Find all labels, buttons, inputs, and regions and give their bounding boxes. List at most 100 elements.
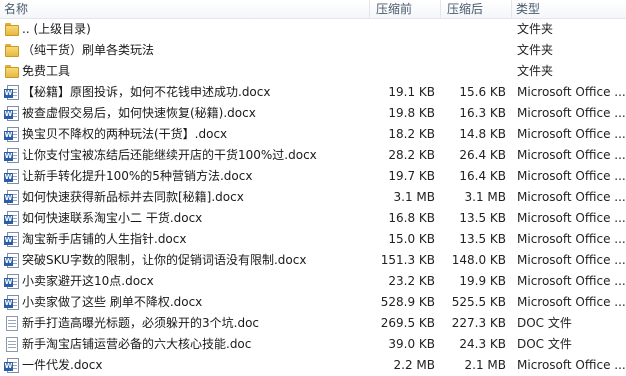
file-type: Microsoft Office ... xyxy=(517,127,626,141)
file-name: .. (上级目录) xyxy=(22,22,91,36)
size-after: 16.4 KB xyxy=(459,169,506,183)
file-type: 文件夹 xyxy=(517,64,554,78)
file-row[interactable]: （纯干货）刷单各类玩法 文件夹 xyxy=(0,40,626,61)
file-name: 如何快速获得新品标并去同款[秘籍].docx xyxy=(22,190,244,204)
file-type: DOC 文件 xyxy=(517,316,572,330)
word-doc-icon: W xyxy=(4,106,20,121)
word-doc-icon: W xyxy=(4,148,20,163)
file-row[interactable]: W 小卖家做了这些 刷单不降权.docx 528.9 KB 525.5 KB Micro… xyxy=(0,292,626,313)
file-row[interactable]: W 让你支付宝被冻结后还能继续开店的干货100%过.docx 28.2 KB 26.4… xyxy=(0,145,626,166)
file-row[interactable]: 新手打造高曝光标题，必须躲开的3个坑.doc 269.5 KB 227.3 KB DO… xyxy=(0,313,626,334)
file-row[interactable]: W 如何快速获得新品标并去同款[秘籍].docx 3.1 MB 3.1 MB Micro… xyxy=(0,187,626,208)
column-compressed-header[interactable]: 压缩前 xyxy=(376,0,412,18)
file-type: Microsoft Office ... xyxy=(517,253,626,267)
word-doc-icon: W xyxy=(4,295,20,310)
file-row[interactable]: W 淘宝新手店铺的人生指针.docx 15.0 KB 13.5 KB Microsoft… xyxy=(0,229,626,250)
file-row[interactable]: W 让新手转化提升100%的5种营销方法.docx 19.7 KB 16.4 KB Mi… xyxy=(0,166,626,187)
column-type-header[interactable]: 类型 xyxy=(516,0,540,18)
size-after xyxy=(444,61,506,82)
word-doc-icon: W xyxy=(4,190,20,205)
size-before xyxy=(373,19,435,40)
file-type: 文件夹 xyxy=(517,22,554,36)
folder-icon xyxy=(4,43,20,58)
word-doc-icon: W xyxy=(4,358,20,373)
file-type: Microsoft Office ... xyxy=(517,274,626,288)
size-before: 151.3 KB xyxy=(380,253,435,267)
file-row[interactable]: W 换宝贝不降权的两种玩法(干货】.docx 18.2 KB 14.8 KB Micro… xyxy=(0,124,626,145)
size-before: 19.8 KB xyxy=(388,106,435,120)
word-doc-icon: W xyxy=(4,127,20,142)
file-row[interactable]: W 【秘籍】原图投诉，如何不花钱申述成功.docx 19.1 KB 15.6 KB Mi… xyxy=(0,82,626,103)
column-divider[interactable] xyxy=(369,0,370,18)
file-name: 小卖家避开这10点.docx xyxy=(22,274,154,288)
column-name-header[interactable]: 名称 xyxy=(4,0,28,18)
file-row[interactable]: W 被查虚假交易后，如何快速恢复(秘籍).docx 19.8 KB 16.3 KB Mi… xyxy=(0,103,626,124)
file-name: 突破SKU字数的限制，让你的促销词语没有限制.docx xyxy=(22,253,307,267)
size-before: 28.2 KB xyxy=(388,148,435,162)
file-name: 免费工具 xyxy=(22,64,71,78)
size-before: 3.1 MB xyxy=(393,190,435,204)
file-name: 小卖家做了这些 刷单不降权.docx xyxy=(22,295,203,309)
file-type: Microsoft Office ... xyxy=(517,190,626,204)
file-row[interactable]: W 突破SKU字数的限制，让你的促销词语没有限制.docx 151.3 KB 148.… xyxy=(0,250,626,271)
file-type: Microsoft Office ... xyxy=(517,211,626,225)
size-after: 13.5 KB xyxy=(459,211,506,225)
file-row[interactable]: W 小卖家避开这10点.docx 23.2 KB 19.9 KB Microsoft O… xyxy=(0,271,626,292)
file-name: 换宝贝不降权的两种玩法(干货】.docx xyxy=(22,127,228,141)
size-after: 14.8 KB xyxy=(459,127,506,141)
word-doc-icon: W xyxy=(4,211,20,226)
file-type: Microsoft Office ... xyxy=(517,106,626,120)
file-name: 一件代发.docx xyxy=(22,358,103,372)
size-before: 16.8 KB xyxy=(388,211,435,225)
size-before: 269.5 KB xyxy=(380,316,435,330)
word-doc-icon: W xyxy=(4,274,20,289)
size-before: 528.9 KB xyxy=(380,295,435,309)
column-packed-header[interactable]: 压缩后 xyxy=(447,0,483,18)
file-name: 被查虚假交易后，如何快速恢复(秘籍).docx xyxy=(22,106,256,120)
file-type: 文件夹 xyxy=(517,43,554,57)
size-after: 227.3 KB xyxy=(451,316,506,330)
size-before xyxy=(373,61,435,82)
file-type: Microsoft Office ... xyxy=(517,148,626,162)
file-name: 新手淘宝店铺运营必备的六大核心技能.doc xyxy=(22,337,252,351)
word-doc-icon: W xyxy=(4,85,20,100)
word-doc-icon: W xyxy=(4,253,20,268)
size-before: 15.0 KB xyxy=(388,232,435,246)
column-divider[interactable] xyxy=(511,0,512,18)
file-row[interactable]: W 一件代发.docx 2.2 MB 2.1 MB Microsoft Office .… xyxy=(0,355,626,376)
file-type: Microsoft Office ... xyxy=(517,85,626,99)
file-name: 【秘籍】原图投诉，如何不花钱申述成功.docx xyxy=(22,85,271,99)
file-name: （纯干货）刷单各类玩法 xyxy=(22,43,155,57)
size-after: 3.1 MB xyxy=(464,190,506,204)
size-before: 18.2 KB xyxy=(388,127,435,141)
folder-icon xyxy=(4,22,20,37)
column-header: 名称 压缩前 压缩后 类型 xyxy=(0,0,626,19)
size-after xyxy=(444,40,506,61)
file-row[interactable]: 新手淘宝店铺运营必备的六大核心技能.doc 39.0 KB 24.3 KB DOC 文… xyxy=(0,334,626,355)
doc-file-icon xyxy=(4,337,20,352)
file-name: 如何快速联系淘宝小二 干货.docx xyxy=(22,211,203,225)
folder-icon xyxy=(4,64,20,79)
size-before: 19.7 KB xyxy=(388,169,435,183)
file-type: Microsoft Office ... xyxy=(517,358,626,372)
size-after: 525.5 KB xyxy=(451,295,506,309)
size-after: 26.4 KB xyxy=(459,148,506,162)
size-after xyxy=(444,19,506,40)
file-row[interactable]: .. (上级目录) 文件夹 xyxy=(0,19,626,40)
column-divider[interactable] xyxy=(440,0,441,18)
file-row[interactable]: 免费工具 文件夹 xyxy=(0,61,626,82)
size-after: 24.3 KB xyxy=(459,337,506,351)
file-type: Microsoft Office ... xyxy=(517,232,626,246)
file-name: 让新手转化提升100%的5种营销方法.docx xyxy=(22,169,253,183)
doc-file-icon xyxy=(4,316,20,331)
file-type: DOC 文件 xyxy=(517,337,572,351)
size-after: 15.6 KB xyxy=(459,85,506,99)
file-name: 让你支付宝被冻结后还能继续开店的干货100%过.docx xyxy=(22,148,317,162)
size-after: 148.0 KB xyxy=(451,253,506,267)
size-after: 2.1 MB xyxy=(464,358,506,372)
word-doc-icon: W xyxy=(4,169,20,184)
file-row[interactable]: W 如何快速联系淘宝小二 干货.docx 16.8 KB 13.5 KB Microso… xyxy=(0,208,626,229)
file-name: 新手打造高曝光标题，必须躲开的3个坑.doc xyxy=(22,316,260,330)
file-name: 淘宝新手店铺的人生指针.docx xyxy=(22,232,187,246)
size-after: 19.9 KB xyxy=(459,274,506,288)
